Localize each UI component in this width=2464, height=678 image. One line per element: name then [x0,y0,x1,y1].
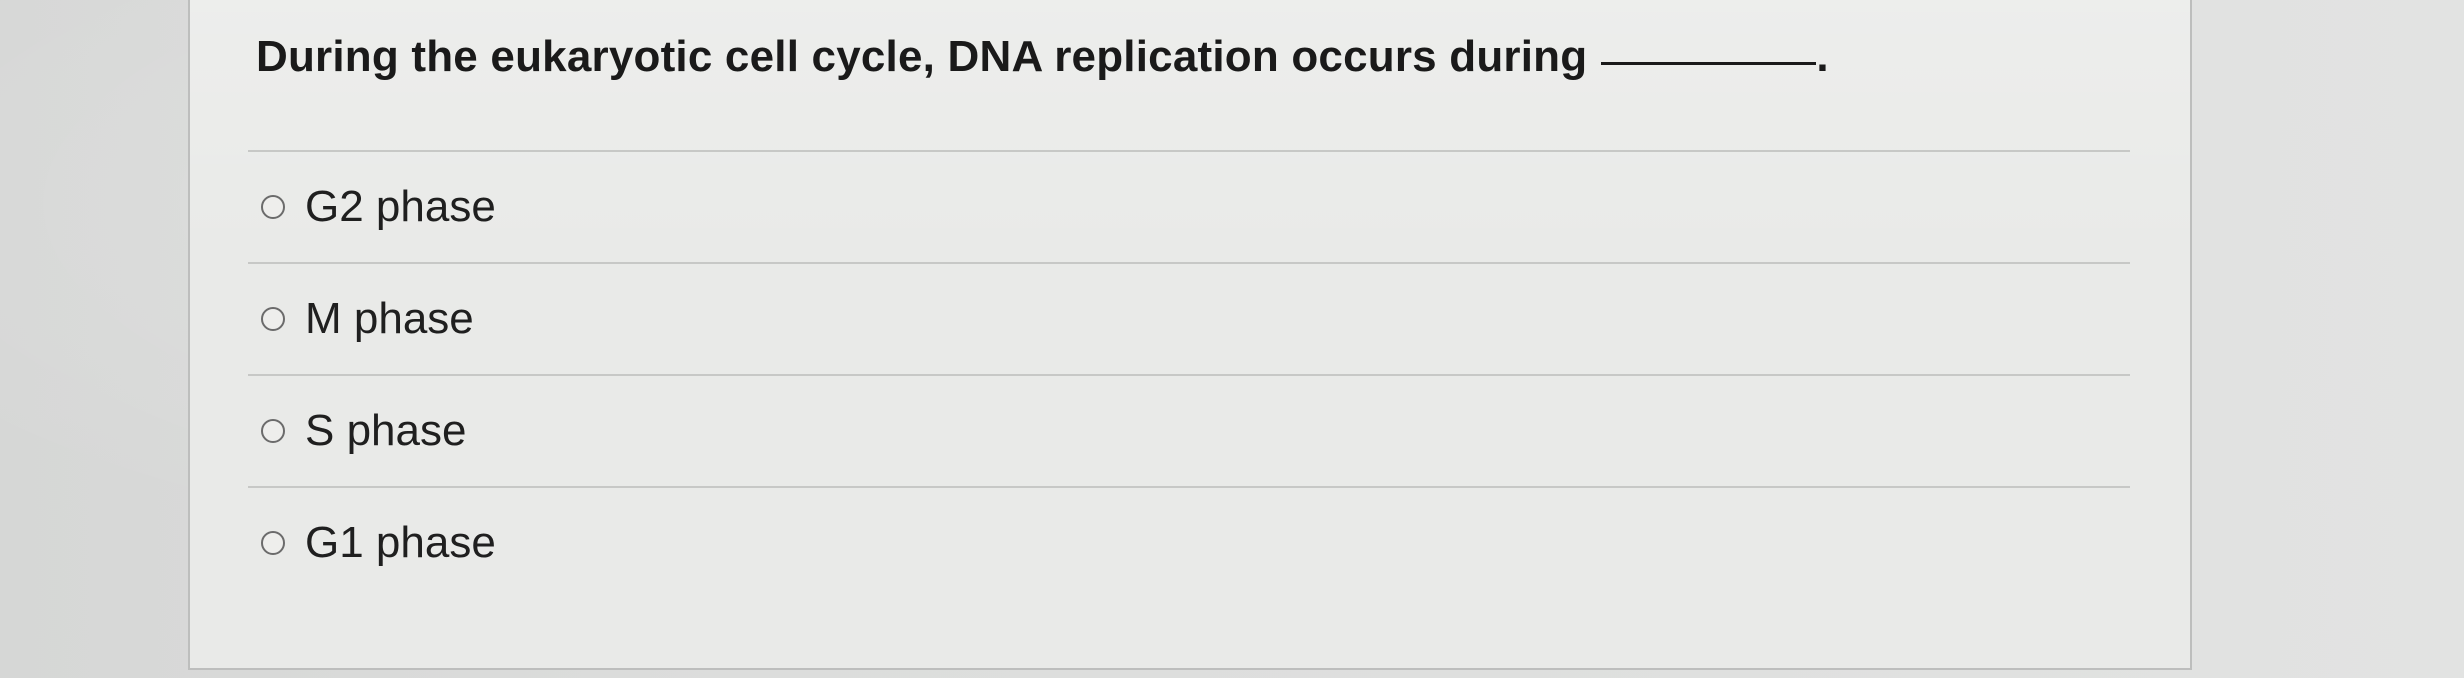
question-trailing-punctuation: . [1816,32,1829,81]
answer-blank [1601,62,1817,65]
option-g1-phase[interactable]: G1 phase [248,488,2130,598]
radio-button[interactable] [261,531,285,555]
option-g2-phase[interactable]: G2 phase [248,152,2130,262]
option-m-phase[interactable]: M phase [248,264,2130,374]
answer-options: G2 phase M phase S phase G1 phase [248,150,2130,598]
radio-button[interactable] [261,307,285,331]
option-label: G2 phase [305,182,496,231]
question-card: During the eukaryotic cell cycle, DNA re… [188,0,2192,670]
question-prompt: During the eukaryotic cell cycle, DNA re… [256,32,1829,82]
option-s-phase[interactable]: S phase [248,376,2130,486]
radio-button[interactable] [261,195,285,219]
question-text: During the eukaryotic cell cycle, DNA re… [256,32,1588,81]
option-label: M phase [305,294,474,343]
option-label: G1 phase [305,518,496,567]
option-label: S phase [305,406,467,455]
radio-button[interactable] [261,419,285,443]
